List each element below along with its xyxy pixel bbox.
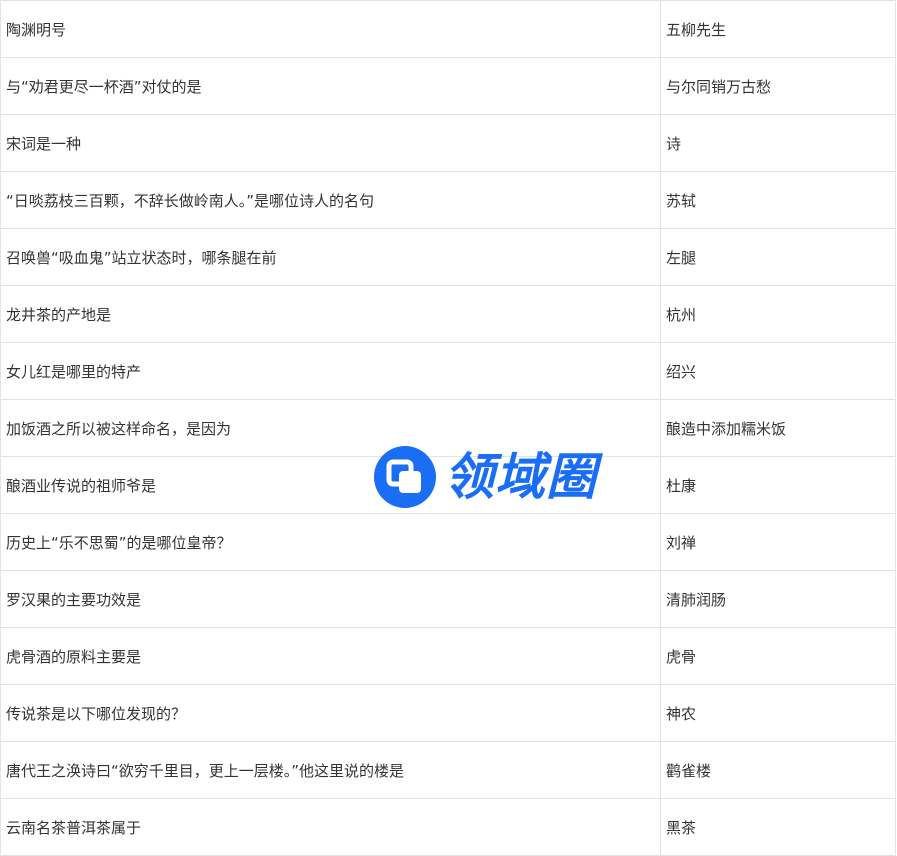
qa-table-body: 陶渊明号 五柳先生 与“劝君更尽一杯酒”对仗的是 与尔同销万古愁 宋词是一种诗 “日啖荔枝… xyxy=(0,0,896,856)
question-cell: 虎骨酒的原料主要是 xyxy=(0,627,661,685)
question-cell: 加饭酒之所以被这样命名，是因为 xyxy=(0,399,661,457)
table-row: 陶渊明号 五柳先生 xyxy=(0,0,896,58)
table-row: 龙井茶的产地是 杭州 xyxy=(0,285,896,343)
table-row: 云南名茶普洱茶属于 黑茶 xyxy=(0,798,896,856)
question-cell: 与“劝君更尽一杯酒”对仗的是 xyxy=(0,57,661,115)
table-row: 女儿红是哪里的特产 绍兴 xyxy=(0,342,896,400)
answer-cell: 诗 xyxy=(660,114,896,172)
answer-cell: 鹳雀楼 xyxy=(660,741,896,799)
question-cell: 唐代王之涣诗曰“欲穷千里目，更上一层楼。”他这里说的楼是 xyxy=(0,741,661,799)
table-row: 召唤兽“吸血鬼”站立状态时，哪条腿在前 左腿 xyxy=(0,228,896,286)
table-row: 罗汉果的主要功效是 清肺润肠 xyxy=(0,570,896,628)
table-row: 历史上“乐不思蜀”的是哪位皇帝？ 刘禅 xyxy=(0,513,896,571)
answer-cell: 与尔同销万古愁 xyxy=(660,57,896,115)
table-row: 传说茶是以下哪位发现的？ 神农 xyxy=(0,684,896,742)
table-row: 加饭酒之所以被这样命名，是因为 酿造中添加糯米饭 xyxy=(0,399,896,457)
question-cell: 酿酒业传说的祖师爷是 xyxy=(0,456,661,514)
answer-cell: 虎骨 xyxy=(660,627,896,685)
answer-cell: 刘禅 xyxy=(660,513,896,571)
answer-cell: 左腿 xyxy=(660,228,896,286)
question-cell: 召唤兽“吸血鬼”站立状态时，哪条腿在前 xyxy=(0,228,661,286)
question-cell: 宋词是一种 xyxy=(0,114,661,172)
answer-cell: 五柳先生 xyxy=(660,0,896,58)
question-cell: 历史上“乐不思蜀”的是哪位皇帝？ xyxy=(0,513,661,571)
question-cell: “日啖荔枝三百颗，不辞长做岭南人。”是哪位诗人的名句 xyxy=(0,171,661,229)
answer-cell: 杭州 xyxy=(660,285,896,343)
answer-cell: 绍兴 xyxy=(660,342,896,400)
answer-cell: 杜康 xyxy=(660,456,896,514)
question-cell: 女儿红是哪里的特产 xyxy=(0,342,661,400)
answer-cell: 清肺润肠 xyxy=(660,570,896,628)
question-cell: 罗汉果的主要功效是 xyxy=(0,570,661,628)
answer-cell: 酿造中添加糯米饭 xyxy=(660,399,896,457)
qa-table: 陶渊明号 五柳先生 与“劝君更尽一杯酒”对仗的是 与尔同销万古愁 宋词是一种诗 “日啖荔枝… xyxy=(0,0,896,856)
answer-cell: 黑茶 xyxy=(660,798,896,856)
table-row: “日啖荔枝三百颗，不辞长做岭南人。”是哪位诗人的名句 苏轼 xyxy=(0,171,896,229)
table-row: 虎骨酒的原料主要是 虎骨 xyxy=(0,627,896,685)
table-row: 唐代王之涣诗曰“欲穷千里目，更上一层楼。”他这里说的楼是 鹳雀楼 xyxy=(0,741,896,799)
question-cell: 龙井茶的产地是 xyxy=(0,285,661,343)
question-cell: 云南名茶普洱茶属于 xyxy=(0,798,661,856)
table-row: 宋词是一种诗 xyxy=(0,114,896,172)
question-cell: 传说茶是以下哪位发现的？ xyxy=(0,684,661,742)
question-cell: 陶渊明号 xyxy=(0,0,661,58)
answer-cell: 苏轼 xyxy=(660,171,896,229)
answer-cell: 神农 xyxy=(660,684,896,742)
table-row: 与“劝君更尽一杯酒”对仗的是 与尔同销万古愁 xyxy=(0,57,896,115)
table-row: 酿酒业传说的祖师爷是 杜康 xyxy=(0,456,896,514)
